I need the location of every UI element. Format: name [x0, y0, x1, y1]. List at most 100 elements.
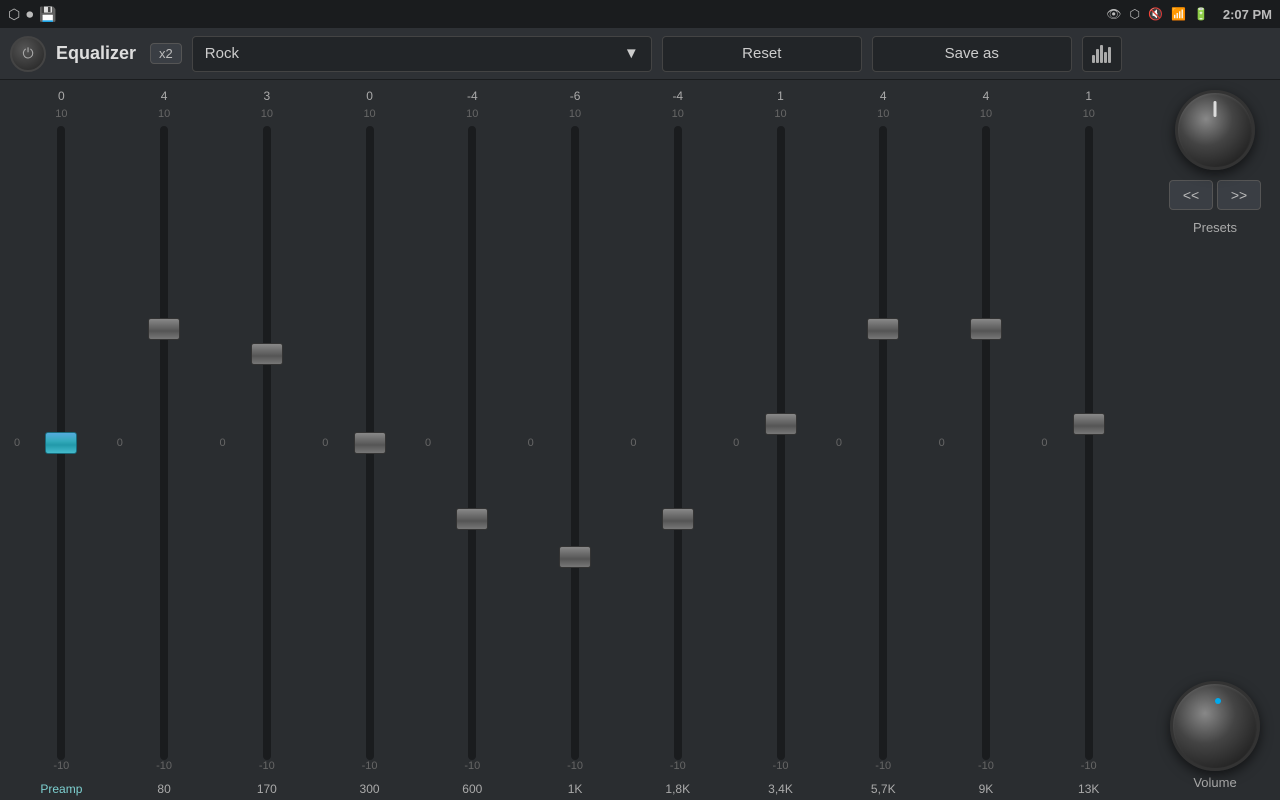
slider-thumb-b13k[interactable]: [1073, 413, 1105, 435]
slider-thumb-b600[interactable]: [456, 508, 488, 530]
knob-marker: [1214, 101, 1217, 117]
slider-thumb-b1k[interactable]: [559, 546, 591, 568]
scale-bottom-b170: -10: [259, 760, 275, 778]
preset-dropdown[interactable]: Rock ▼: [192, 36, 652, 72]
scale-top-b5700: 10: [877, 108, 889, 126]
band-freq-b300: 300: [360, 778, 380, 800]
dropdown-arrow-icon: ▼: [624, 45, 639, 62]
slider-track-wrap-b3400: 10 0 -10: [729, 108, 832, 778]
slider-thumb-b9k[interactable]: [970, 318, 1002, 340]
toolbar: ⏻ Equalizer x2 Rock ▼ Reset Save as: [0, 28, 1280, 80]
slider-track-wrap-b80: 100-10: [113, 108, 216, 778]
zero-label-b5700: 0: [836, 437, 842, 449]
x2-toggle[interactable]: x2: [150, 43, 182, 64]
slider-outer-b9k: 0: [935, 126, 1038, 760]
scale-bottom-b3400: -10: [773, 760, 789, 778]
volume-knob-dot: [1215, 698, 1221, 704]
band-value-b5700: 4: [880, 86, 887, 106]
slider-outer-b170: 0: [215, 126, 318, 760]
slider-track-b600: [468, 126, 476, 760]
zero-label-b600: 0: [425, 437, 431, 449]
slider-track-wrap-b600: 100-10: [421, 108, 524, 778]
zero-label-b300: 0: [322, 437, 328, 449]
preset-prev-button[interactable]: <<: [1169, 180, 1213, 210]
wifi-icon: 📶: [1171, 7, 1186, 21]
scale-bottom-preamp: -10: [53, 760, 69, 778]
band-freq-b13k: 13K: [1078, 778, 1099, 800]
band-value-b300: 0: [366, 86, 373, 106]
band-value-b9k: 4: [983, 86, 990, 106]
slider-track-wrap-b1k: 100-10: [524, 108, 627, 778]
slider-track-b300: [366, 126, 374, 760]
slider-track-b170: [263, 126, 271, 760]
band-column-preamp: 0100-10Preamp: [10, 86, 113, 800]
band-value-preamp: 0: [58, 86, 65, 106]
mute-icon: 🔇: [1148, 7, 1163, 21]
slider-track-wrap-b9k: 100-10: [935, 108, 1038, 778]
scale-top-b80: 10: [158, 108, 170, 126]
scale-bottom-b600: -10: [464, 760, 480, 778]
slider-thumb-b300[interactable]: [354, 432, 386, 454]
slider-thumb-b3400[interactable]: [765, 413, 797, 435]
band-column-b600: -4100-10600: [421, 86, 524, 800]
band-value-b13k: 1: [1085, 86, 1092, 106]
scale-top-b13k: 10: [1083, 108, 1095, 126]
band-column-b300: 0100-10300: [318, 86, 421, 800]
band-column-b9k: 4100-109K: [935, 86, 1038, 800]
band-freq-b1k: 1K: [568, 778, 583, 800]
slider-thumb-b1800[interactable]: [662, 508, 694, 530]
slider-track-b5700: [879, 126, 887, 760]
slider-track-wrap-b13k: 100-10: [1037, 108, 1140, 778]
saveas-button[interactable]: Save as: [872, 36, 1072, 72]
band-freq-b3400: 3,4K: [768, 778, 793, 800]
bluetooth-icon: ⬡: [1130, 7, 1140, 21]
slider-track-preamp: [57, 126, 65, 760]
slider-outer-b600: 0: [421, 126, 524, 760]
slider-track-wrap-preamp: 100-10: [10, 108, 113, 778]
time-display: 2:07 PM: [1223, 7, 1272, 22]
scale-top-b1k: 10: [569, 108, 581, 126]
main-area: 0100-10Preamp4100-10803100-101700100-103…: [0, 80, 1280, 800]
slider-track-wrap-b300: 100-10: [318, 108, 421, 778]
slider-outer-b3400: 0: [729, 126, 832, 760]
status-icons-right: 👁 ⬡ 🔇 📶 🔋 2:07 PM: [1106, 7, 1272, 22]
zero-label-b3400: 0: [733, 437, 739, 449]
power-button[interactable]: ⏻: [10, 36, 46, 72]
slider-track-b3400: [777, 126, 785, 760]
volume-knob[interactable]: [1170, 681, 1260, 771]
zero-label-b1k: 0: [528, 437, 534, 449]
scale-bottom-b9k: -10: [978, 760, 994, 778]
slider-track-b1k: [571, 126, 579, 760]
slider-outer-preamp: 0: [10, 126, 113, 760]
reset-button[interactable]: Reset: [662, 36, 862, 72]
slider-track-wrap-b170: 100-10: [215, 108, 318, 778]
slider-thumb-preamp[interactable]: [45, 432, 77, 454]
slider-outer-b1k: 0: [524, 126, 627, 760]
band-column-b80: 4100-1080: [113, 86, 216, 800]
sliders-container: 0100-10Preamp4100-10803100-101700100-103…: [10, 80, 1140, 800]
band-column-b13k: 1100-1013K: [1037, 86, 1140, 800]
band-column-b1800: -4100-101,8K: [626, 86, 729, 800]
band-column-b5700: 4100-105,7K: [832, 86, 935, 800]
preset-next-button[interactable]: >>: [1217, 180, 1261, 210]
eq-area: 0100-10Preamp4100-10803100-101700100-103…: [0, 80, 1150, 800]
band-freq-b9k: 9K: [979, 778, 994, 800]
right-panel: << >> Presets Volume: [1150, 80, 1280, 800]
chart-button[interactable]: [1082, 36, 1122, 72]
band-freq-b5700: 5,7K: [871, 778, 896, 800]
slider-track-wrap-b5700: 100-10: [832, 108, 935, 778]
slider-thumb-b80[interactable]: [148, 318, 180, 340]
slider-thumb-b170[interactable]: [251, 343, 283, 365]
scale-top-b3400: 10: [774, 108, 786, 126]
band-freq-preamp: Preamp: [40, 778, 82, 800]
band-value-b3400: 1: [777, 86, 784, 106]
scale-bottom-b13k: -10: [1081, 760, 1097, 778]
slider-thumb-b5700[interactable]: [867, 318, 899, 340]
scale-bottom-b300: -10: [362, 760, 378, 778]
top-knob[interactable]: [1175, 90, 1255, 170]
band-freq-b1800: 1,8K: [665, 778, 690, 800]
band-value-b1800: -4: [672, 86, 683, 106]
slider-outer-b5700: 0: [832, 126, 935, 760]
slider-track-b80: [160, 126, 168, 760]
volume-label: Volume: [1193, 775, 1236, 790]
